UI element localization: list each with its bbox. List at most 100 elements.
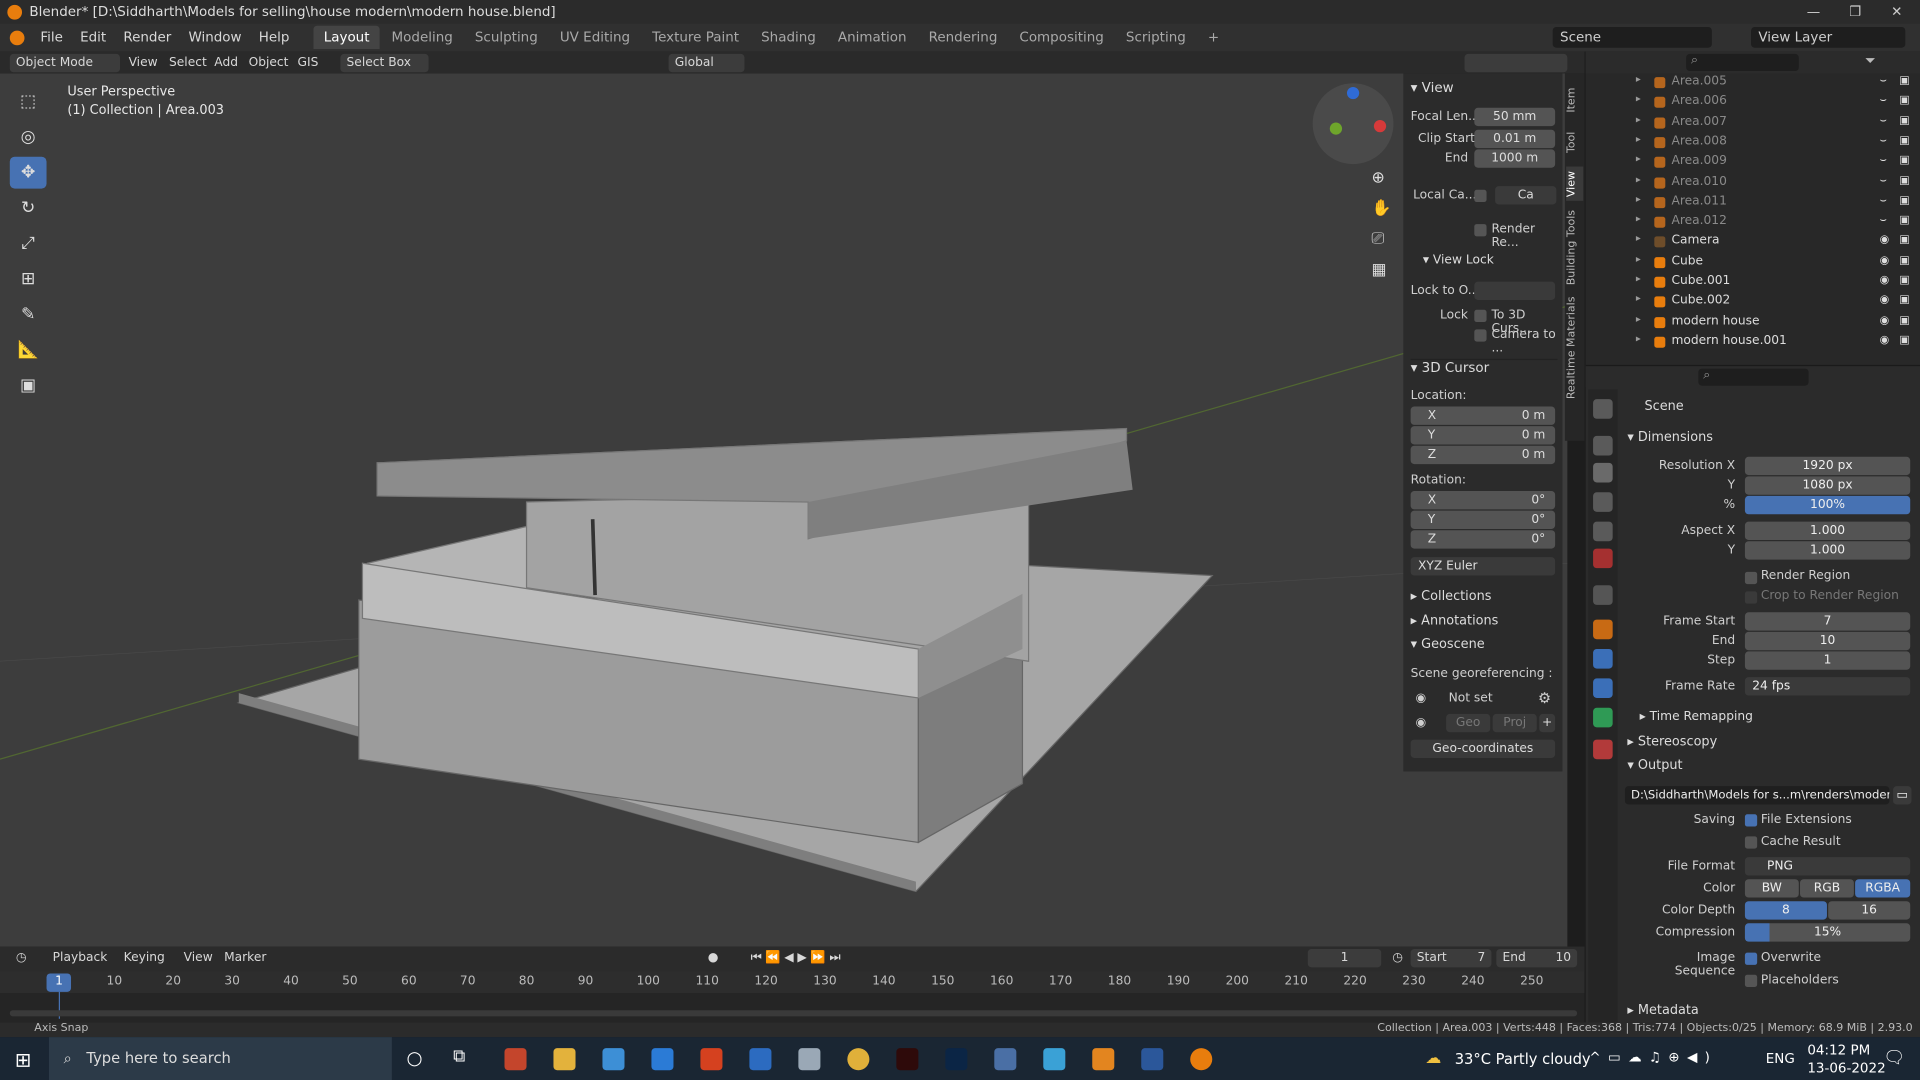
outliner-row[interactable]: ▸ Cube.002 ◉ ▣ bbox=[1586, 293, 1920, 313]
clock-time[interactable]: 04:12 PM bbox=[1807, 1042, 1870, 1058]
aspect-y-field[interactable]: 1.000 bbox=[1744, 541, 1911, 560]
rotate-tool-icon[interactable]: ↻ bbox=[10, 192, 47, 224]
render-camera-icon[interactable]: ▣ bbox=[1899, 194, 1909, 206]
outliner-row[interactable]: ▸ Camera ◉ ▣ bbox=[1586, 233, 1920, 253]
render-camera-icon[interactable]: ▣ bbox=[1899, 135, 1909, 147]
frame-end-field[interactable]: 10 bbox=[1744, 631, 1911, 651]
overwrite-checkbox[interactable] bbox=[1744, 952, 1758, 965]
menu-view[interactable]: View bbox=[122, 54, 163, 72]
outliner-row[interactable]: ▸ Area.009 ⌣ ▣ bbox=[1586, 153, 1920, 173]
expand-arrow-icon[interactable]: ▸ bbox=[1636, 273, 1641, 284]
render-region-checkbox[interactable] bbox=[1474, 224, 1487, 237]
powerpoint-icon[interactable] bbox=[504, 1048, 527, 1071]
expand-arrow-icon[interactable]: ▸ bbox=[1636, 253, 1641, 264]
illustrator-icon[interactable] bbox=[896, 1048, 919, 1071]
frame-rate-dropdown[interactable]: 24 fps bbox=[1744, 677, 1911, 696]
expand-arrow-icon[interactable]: ▸ bbox=[1636, 173, 1641, 184]
outliner-search-icon[interactable]: ⌕ bbox=[1686, 53, 1799, 72]
tab-layout[interactable]: Layout bbox=[313, 25, 380, 49]
placeholders-checkbox[interactable] bbox=[1744, 974, 1758, 987]
filter-icon[interactable]: ⏷ bbox=[1865, 53, 1876, 70]
office-icon[interactable] bbox=[700, 1048, 723, 1071]
render-camera-icon[interactable]: ▣ bbox=[1899, 294, 1909, 306]
tool-props-icon[interactable] bbox=[1593, 399, 1613, 419]
cursor-loc-y-field[interactable]: Y0 m bbox=[1410, 426, 1556, 445]
render-region-checkbox-props[interactable] bbox=[1744, 571, 1758, 585]
cursor-rot-z-field[interactable]: Z 0° bbox=[1410, 530, 1556, 549]
visibility-eye-icon[interactable]: ◉ bbox=[1880, 234, 1890, 246]
local-camera-checkbox[interactable] bbox=[1474, 189, 1487, 203]
render-props-icon[interactable] bbox=[1593, 435, 1613, 456]
transform-tool-icon[interactable]: ⊞ bbox=[10, 263, 47, 295]
expand-arrow-icon[interactable]: ▸ bbox=[1636, 293, 1641, 304]
outliner-row[interactable]: ▸ Area.012 ⌣ ▣ bbox=[1586, 213, 1920, 233]
color-bw-button[interactable]: BW bbox=[1744, 879, 1799, 898]
record-icon[interactable]: ● bbox=[702, 949, 725, 967]
visibility-eye-icon[interactable]: ⌣ bbox=[1880, 135, 1887, 147]
expand-arrow-icon[interactable]: ▸ bbox=[1636, 233, 1641, 244]
local-camera-field[interactable]: Ca bbox=[1495, 186, 1557, 205]
visibility-eye-icon[interactable]: ◉ bbox=[1880, 314, 1890, 326]
rotation-mode-dropdown[interactable]: XYZ Euler bbox=[1410, 557, 1556, 576]
outliner-row[interactable]: ▸ Area.011 ⌣ ▣ bbox=[1586, 193, 1920, 213]
scene-selector[interactable]: Scene bbox=[1552, 26, 1712, 48]
visibility-eye-icon[interactable]: ◉ bbox=[1880, 334, 1890, 346]
expand-arrow-icon[interactable]: ▸ bbox=[1636, 213, 1641, 224]
tab-scripting[interactable]: Scripting bbox=[1116, 26, 1195, 49]
frame-step-field[interactable]: 1 bbox=[1744, 651, 1911, 670]
cursor-rot-x-field[interactable]: X 0° bbox=[1410, 491, 1556, 510]
taskbar-search-box[interactable]: ⌕ Type here to search bbox=[48, 1037, 392, 1080]
metadata-section[interactable]: ▸ Metadata bbox=[1627, 1003, 1698, 1018]
expand-arrow-icon[interactable]: ▸ bbox=[1636, 113, 1641, 124]
depth-8-button[interactable]: 8 bbox=[1744, 901, 1827, 920]
output-path-field[interactable]: D:\Siddharth\Models for s...m\renders\mo… bbox=[1624, 786, 1890, 805]
geo-coordinates-button[interactable]: Geo-coordinates bbox=[1410, 739, 1556, 758]
menu-playback[interactable]: Playback bbox=[47, 949, 114, 967]
menu-window[interactable]: Window bbox=[180, 29, 250, 45]
outliner-row[interactable]: ▸ Area.007 ⌣ ▣ bbox=[1586, 113, 1920, 133]
folder-browse-icon[interactable]: ▭ bbox=[1893, 786, 1912, 805]
render-camera-icon[interactable]: ▣ bbox=[1899, 75, 1909, 87]
camera-view-icon[interactable]: ⎚ bbox=[1371, 230, 1384, 248]
tab-item[interactable]: Item bbox=[1566, 83, 1583, 117]
render-camera-icon[interactable]: ▣ bbox=[1899, 254, 1909, 266]
tab-modeling[interactable]: Modeling bbox=[382, 26, 463, 49]
photos-icon[interactable] bbox=[602, 1048, 625, 1071]
blender-taskbar-icon[interactable] bbox=[1190, 1048, 1213, 1071]
stereoscopy-section[interactable]: ▸ Stereoscopy bbox=[1627, 735, 1717, 750]
collections-section[interactable]: ▸ Collections bbox=[1411, 589, 1492, 604]
visibility-eye-icon[interactable]: ⌣ bbox=[1880, 75, 1887, 87]
constraints-props-icon[interactable] bbox=[1593, 678, 1613, 698]
navigation-gizmo[interactable] bbox=[1312, 83, 1394, 165]
time-remapping-section[interactable]: ▸ Time Remapping bbox=[1640, 710, 1753, 723]
collection-props-icon[interactable] bbox=[1593, 585, 1613, 605]
scale-tool-icon[interactable]: ⤢ bbox=[10, 228, 47, 260]
expand-arrow-icon[interactable]: ▸ bbox=[1636, 93, 1641, 104]
outliner-row[interactable]: ▸ Cube ◉ ▣ bbox=[1586, 253, 1920, 273]
outliner-row[interactable]: ▸ modern house.001 ◉ ▣ bbox=[1586, 333, 1920, 353]
language-indicator[interactable]: ENG bbox=[1766, 1051, 1795, 1067]
playback-controls[interactable]: ⏮⏪◀▶⏩⏭ bbox=[744, 949, 850, 967]
menu-marker[interactable]: Marker bbox=[218, 949, 273, 967]
timeline-scrollbar[interactable] bbox=[9, 1010, 1578, 1017]
pan-hand-icon[interactable]: ✋ bbox=[1371, 200, 1391, 218]
zoom-icon[interactable]: ⊕ bbox=[1371, 169, 1384, 187]
resolution-y-field[interactable]: 1080 px bbox=[1744, 476, 1911, 495]
color-rgba-button[interactable]: RGBA bbox=[1855, 879, 1911, 898]
cursor-loc-x-field[interactable]: X0 m bbox=[1410, 406, 1556, 425]
render-camera-icon[interactable]: ▣ bbox=[1899, 274, 1909, 286]
menu-gis[interactable]: GIS bbox=[291, 54, 324, 72]
menu-render[interactable]: Render bbox=[115, 29, 180, 45]
word-icon[interactable] bbox=[1141, 1048, 1164, 1071]
clock-date[interactable]: 13-06-2022 bbox=[1807, 1060, 1885, 1076]
menu-file[interactable]: File bbox=[32, 29, 72, 45]
render-camera-icon[interactable]: ▣ bbox=[1899, 214, 1909, 226]
focal-length-field[interactable]: 50 mm bbox=[1474, 107, 1556, 127]
expand-arrow-icon[interactable]: ▸ bbox=[1636, 153, 1641, 164]
select-box-dropdown[interactable]: Select Box bbox=[340, 53, 429, 73]
geo-button[interactable]: Geo bbox=[1446, 713, 1491, 733]
menu-keying[interactable]: Keying bbox=[118, 949, 171, 967]
expand-arrow-icon[interactable]: ▸ bbox=[1636, 193, 1641, 204]
expand-arrow-icon[interactable]: ▸ bbox=[1636, 73, 1641, 84]
weather-text[interactable]: 33°C Partly cloudy bbox=[1455, 1051, 1591, 1068]
